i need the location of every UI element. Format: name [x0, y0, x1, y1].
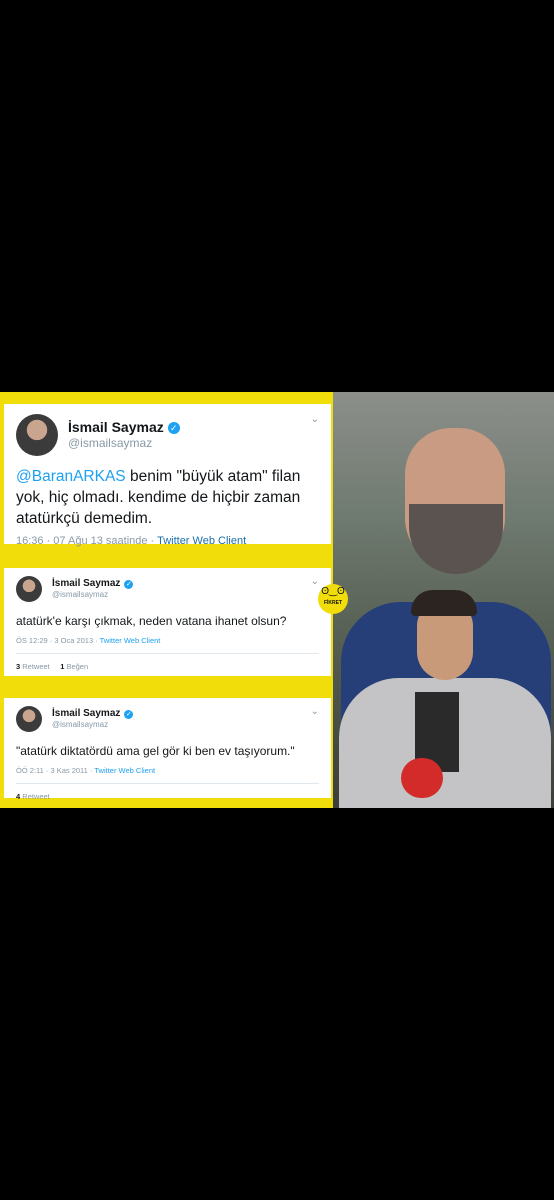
tweet-meta: ÖS 12:29 · 3 Oca 2013 · Twitter Web Clie…	[16, 636, 319, 645]
display-name[interactable]: İsmail Saymaz	[52, 578, 120, 591]
tweet-meta: ÖÖ 2:11 · 3 Kas 2011 · Twitter Web Clien…	[16, 766, 319, 775]
fikret-logo: ʘ‿ʘ FİKRET	[318, 584, 348, 614]
chevron-down-icon[interactable]: ⌄	[311, 706, 319, 717]
tweet-client[interactable]: Twitter Web Client	[94, 766, 155, 775]
person-beard	[409, 504, 503, 574]
verified-badge-icon: ✓	[124, 579, 134, 589]
user-handle[interactable]: @ismailsaymaz	[68, 436, 180, 451]
divider	[16, 783, 319, 784]
like-label[interactable]: Beğen	[64, 662, 88, 671]
tweet-text: @BaranARKAS benim "büyük atam" filan yok…	[16, 466, 319, 529]
tweet-timestamp[interactable]: ÖÖ 2:11 · 3 Kas 2011 ·	[16, 766, 94, 775]
tweet-stats: 3 Retweet 1 Beğen	[16, 662, 319, 671]
mention-link[interactable]: @BaranARKAS	[16, 468, 126, 485]
tweet-text: atatürk'e karşı çıkmak, neden vatana iha…	[16, 614, 287, 628]
photo-collage	[333, 392, 554, 808]
logo-text: FİKRET	[323, 600, 343, 606]
avatar[interactable]	[16, 414, 58, 456]
tweet-text: "atatürk diktatördü ama gel gör ki ben e…	[16, 744, 295, 758]
reporter-hair	[411, 590, 477, 616]
tweet-card[interactable]: İsmail Saymaz ✓ @ismailsaymaz ⌄ "atatürk…	[4, 698, 331, 801]
verified-badge-icon: ✓	[167, 421, 180, 434]
retweet-label[interactable]: Retweet	[20, 662, 50, 671]
display-name[interactable]: İsmail Saymaz	[52, 708, 120, 721]
display-name[interactable]: İsmail Saymaz	[68, 419, 164, 437]
tweet-client[interactable]: Twitter Web Client	[157, 535, 246, 547]
tweet-header: İsmail Saymaz ✓ @ismailsaymaz ⌄	[16, 576, 319, 602]
screenshot-composite: İsmail Saymaz ✓ @ismailsaymaz ⌄ @BaranAR…	[0, 392, 554, 808]
divider	[16, 653, 319, 654]
tweet-card[interactable]: İsmail Saymaz ✓ @ismailsaymaz ⌄ @BaranAR…	[4, 404, 331, 547]
tweet-header: İsmail Saymaz ✓ @ismailsaymaz ⌄	[16, 706, 319, 732]
tweet-timestamp[interactable]: 16:36 · 07 Ağu 13 saatinde ·	[16, 535, 157, 547]
logo-glyph: ʘ‿ʘ	[321, 586, 345, 597]
user-handle[interactable]: @ismailsaymaz	[52, 720, 133, 730]
tweet-meta: 16:36 · 07 Ağu 13 saatinde · Twitter Web…	[16, 535, 319, 547]
microphone-icon	[401, 758, 443, 798]
avatar[interactable]	[16, 706, 42, 732]
tweet-header: İsmail Saymaz ✓ @ismailsaymaz ⌄	[16, 414, 319, 456]
verified-badge-icon: ✓	[124, 709, 134, 719]
tweet-client[interactable]: Twitter Web Client	[100, 636, 161, 645]
avatar[interactable]	[16, 576, 42, 602]
tweet-stats: 4 Retweet	[16, 792, 319, 801]
tweet-card[interactable]: İsmail Saymaz ✓ @ismailsaymaz ⌄ atatürk'…	[4, 568, 331, 676]
tweet-timestamp[interactable]: ÖS 12:29 · 3 Oca 2013 ·	[16, 636, 100, 645]
retweet-label[interactable]: Retweet	[20, 792, 50, 801]
chevron-down-icon[interactable]: ⌄	[311, 414, 319, 425]
user-handle[interactable]: @ismailsaymaz	[52, 590, 133, 600]
